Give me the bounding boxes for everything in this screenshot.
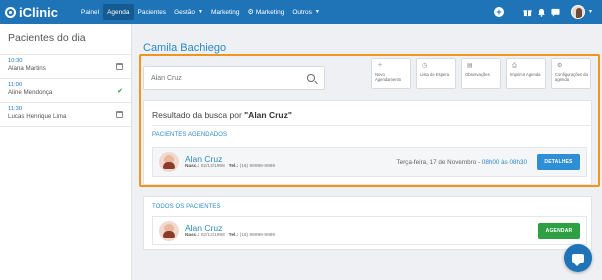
sidebar-patient-item[interactable]: 11:30 Lucas Henrique Lima (0, 103, 131, 127)
gear-icon: ⚙ (247, 9, 254, 16)
patient-time: 11:00 (8, 82, 23, 88)
patient-name: Alana Martins (8, 65, 46, 72)
patient-avatar (159, 152, 179, 172)
print-schedule-button[interactable]: ⎙ Imprimir Agenda (506, 58, 546, 89)
chevron-down-icon[interactable]: ▼ (588, 9, 593, 15)
support-chat-button[interactable] (564, 244, 592, 272)
top-navbar: iClinic Painel Agenda Pacientes Gestão ▼ … (0, 0, 602, 24)
sidebar-title: Pacientes do dia (8, 32, 86, 44)
nav-item-gestao[interactable]: Gestão ▼ (170, 4, 207, 20)
calendar-icon (116, 63, 123, 70)
divider (152, 125, 591, 126)
gift-icon[interactable] (520, 5, 534, 19)
user-avatar[interactable] (571, 5, 586, 19)
patient-name-link[interactable]: Alan Cruz (185, 154, 396, 164)
scheduled-patient-row[interactable]: Alan Cruz Nasc.: 02/12/1998 Tel.: (16) 9… (152, 147, 587, 177)
section-label-all: TODOS OS PACIENTES (152, 204, 221, 210)
nav-item-marketing[interactable]: Marketing (207, 4, 244, 20)
chevron-down-icon: ▼ (314, 9, 320, 15)
chevron-down-icon: ▼ (198, 9, 203, 15)
patient-name-link[interactable]: Alan Cruz (185, 223, 538, 233)
details-button[interactable]: DETALHES (537, 154, 580, 170)
waiting-list-button[interactable]: ◷ Lista de Espera (416, 58, 456, 89)
results-title: Resultado da busca por "Alan Cruz" (152, 110, 292, 120)
patient-meta: Nasc.: 02/12/1998 Tel.: (16) 99999-9999 (185, 164, 276, 169)
appointment-info: Terça-feira, 17 de Novembro - 08h00 às 0… (396, 158, 527, 166)
search-input[interactable]: Alan Cruz (143, 66, 325, 90)
clock-icon: ◷ (422, 63, 428, 69)
section-label-scheduled: PACIENTES AGENDADOS (152, 132, 228, 138)
nav-item-pacientes[interactable]: Pacientes (134, 4, 171, 20)
notes-icon: ▤ (467, 63, 473, 69)
message-icon[interactable] (548, 5, 562, 19)
patient-name: Aline Mendonça (8, 89, 53, 96)
sidebar-patients-of-day: Pacientes do dia 10:30 Alana Martins 11:… (0, 24, 132, 280)
bell-icon[interactable] (534, 5, 548, 19)
search-icon[interactable] (307, 74, 315, 82)
check-icon: ✔ (117, 88, 123, 95)
search-input-value[interactable]: Alan Cruz (151, 75, 307, 82)
patient-name: Lucas Henrique Lima (8, 113, 67, 120)
sidebar-patient-item[interactable]: 10:30 Alana Martins (0, 55, 131, 79)
logo-icon (5, 6, 16, 18)
nav-item-outros[interactable]: Outros ▼ (288, 4, 323, 20)
schedule-settings-button[interactable]: ⚙ Configurações da agenda (551, 58, 591, 89)
gear-icon: ⚙ (557, 63, 563, 69)
print-icon: ⎙ (512, 63, 517, 69)
nav-item-marketing-settings[interactable]: ⚙ Marketing (244, 4, 289, 20)
nav-item-painel[interactable]: Painel (77, 4, 103, 20)
chat-icon (572, 253, 584, 266)
schedule-button[interactable]: AGENDAR (538, 222, 580, 239)
new-appointment-button[interactable]: ＋ Novo Agendamento (371, 58, 411, 89)
search-results-card: Resultado da busca por "Alan Cruz" PACIE… (143, 100, 592, 185)
patient-meta: Nasc.: 02/12/1998 Tel.: (16) 99999-9999 (185, 232, 276, 238)
all-patient-row[interactable]: Alan Cruz Nasc.: 02/12/1998 Tel.: (16) 9… (152, 216, 587, 245)
calendar-icon (116, 111, 123, 118)
app-logo[interactable]: iClinic (5, 5, 58, 20)
observations-button[interactable]: ▤ Observações (461, 58, 501, 89)
plus-icon: ＋ (377, 63, 384, 69)
sidebar-patient-item[interactable]: 11:00 Aline Mendonça ✔ (0, 79, 131, 103)
patient-avatar (159, 220, 179, 241)
patient-time: 10:30 (8, 58, 23, 64)
all-patients-card: TODOS OS PACIENTES Alan Cruz Nasc.: 02/1… (143, 196, 592, 250)
logo-text: iClinic (19, 4, 59, 20)
patient-time: 11:30 (8, 106, 23, 112)
nav-item-agenda[interactable]: Agenda (103, 4, 134, 20)
page-title: Camila Bachiego (143, 42, 227, 54)
add-icon[interactable]: + (494, 7, 505, 17)
